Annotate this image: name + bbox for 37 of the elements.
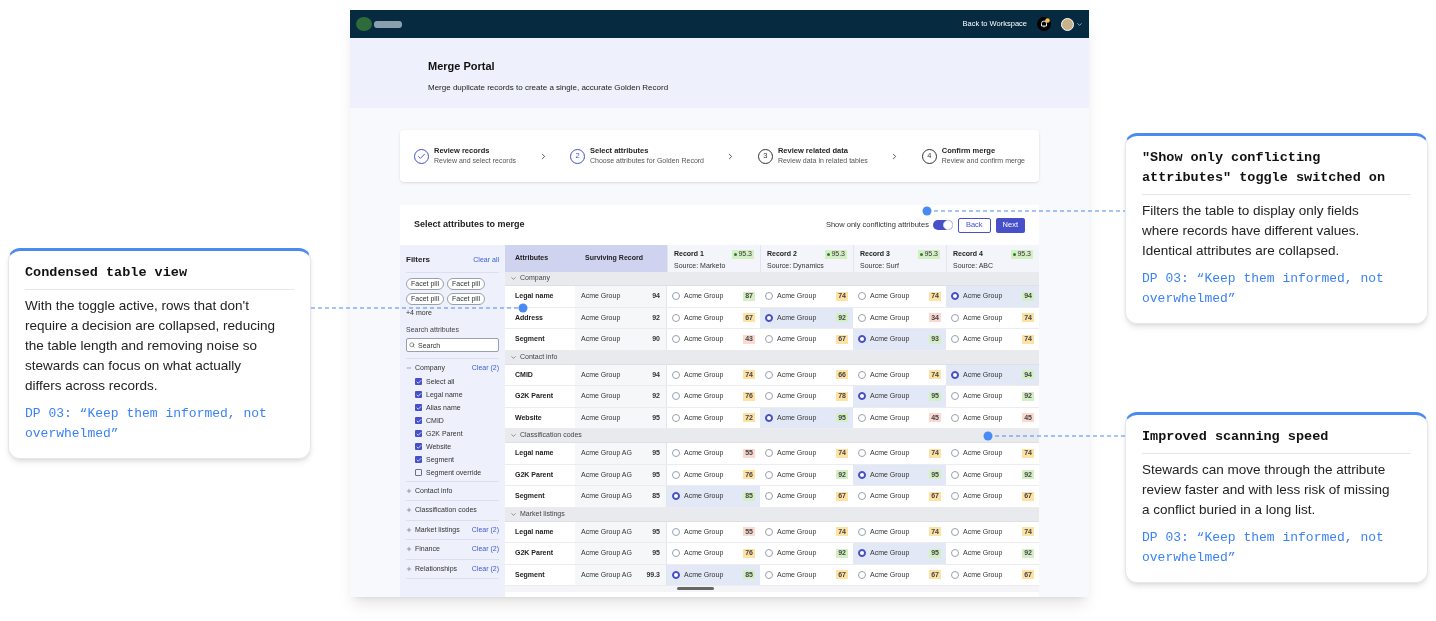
- design-principle-quote: DP 03: “Keep them informed, not overwhelmed”: [1142, 529, 1385, 567]
- expand-icon[interactable]: [406, 507, 412, 514]
- radio-button[interactable]: [672, 492, 680, 501]
- page-subtitle: Merge duplicate records to create a single, accurate Golden Record: [428, 81, 670, 94]
- checkbox[interactable]: [415, 469, 422, 476]
- radio-button[interactable]: [765, 413, 773, 422]
- expand-icon[interactable]: [406, 526, 412, 533]
- radio-button[interactable]: [858, 392, 866, 401]
- bell-icon[interactable]: [1037, 17, 1051, 31]
- expand-icon[interactable]: [406, 487, 412, 494]
- callout-title: Improved scanning speed: [1142, 427, 1411, 454]
- search-icon: [409, 342, 415, 348]
- radio-button[interactable]: [765, 313, 773, 322]
- radio-button[interactable]: [858, 470, 866, 479]
- page-title: Merge Portal: [428, 59, 496, 74]
- callout-title: "Show only conflicting attributes" toggle switched on: [1142, 148, 1411, 195]
- caret-icon[interactable]: [1076, 20, 1083, 28]
- avatar[interactable]: [1061, 17, 1074, 31]
- expand-icon[interactable]: [406, 565, 412, 572]
- radio-button[interactable]: [858, 335, 866, 344]
- callout-text: Stewards can move through the attribute review faster and with less risk of missing a conflict buried in a long list.: [1142, 461, 1391, 519]
- callout-text: With the toggle active, rows that don't require a decision are collapsed, reducing the table length and removing noise so stewards can focus on what actually differs across records.: [25, 297, 276, 395]
- collapse-icon[interactable]: [406, 365, 412, 372]
- panel-title: Select attributes to merge: [414, 218, 525, 232]
- design-principle-quote: DP 03: “Keep them informed, not overwhelmed”: [25, 405, 268, 443]
- horizontal-scrollbar[interactable]: [677, 587, 714, 590]
- logo-icon: [356, 17, 402, 31]
- toggle-switch[interactable]: [932, 220, 953, 230]
- radio-button[interactable]: [951, 370, 959, 379]
- radio-button[interactable]: [672, 570, 680, 579]
- filters-title: Filters: [406, 254, 430, 266]
- radio-button[interactable]: [951, 292, 959, 301]
- expand-icon[interactable]: [406, 546, 412, 553]
- radio-button[interactable]: [858, 549, 866, 558]
- design-principle-quote: DP 03: “Keep them informed, not overwhelmed”: [1142, 270, 1385, 308]
- callout-title: Condensed table view: [25, 263, 294, 290]
- callout-text: Filters the table to display only fields where records have different values. Identical attributes are collapsed.: [1142, 202, 1361, 260]
